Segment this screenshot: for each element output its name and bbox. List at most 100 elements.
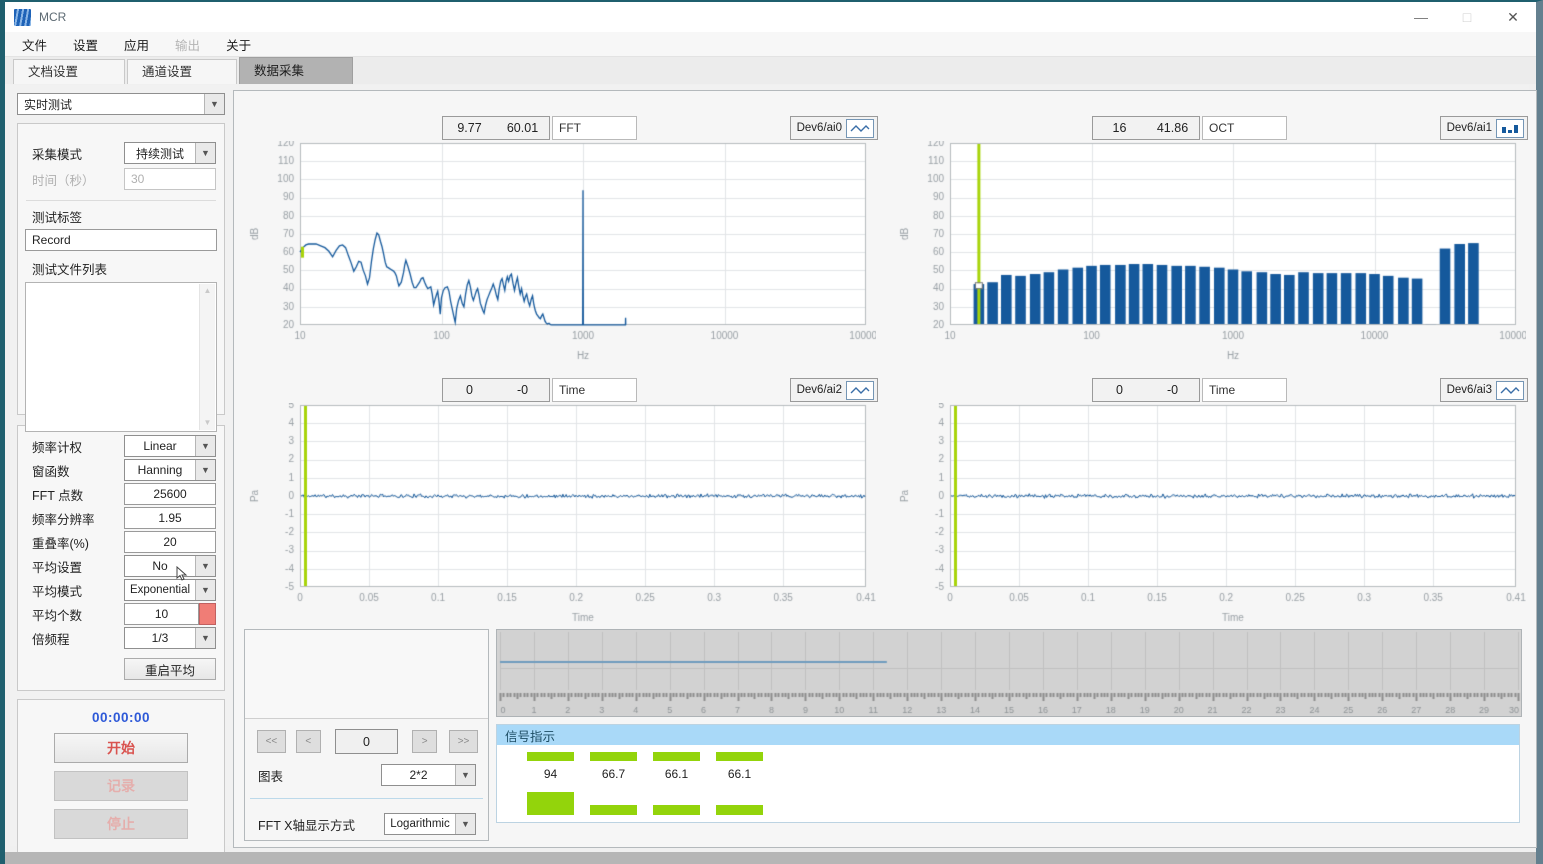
navigation-box: << < 0 > >> 图表 2*2▼ FFT X轴显示方式 [244, 629, 489, 841]
app-window: MCR — □ ✕ 文件 设置 应用 输出 关于 文档设置 通道设置 数据采集 … [0, 0, 1543, 864]
close-icon[interactable]: ✕ [1490, 9, 1536, 26]
signal-value: 94 [527, 767, 574, 781]
average-setting-select[interactable]: No▼ [124, 555, 216, 577]
scroll-up-icon[interactable]: ▲ [200, 284, 215, 298]
time2-cursor-readout: 0-0 [1092, 378, 1200, 402]
acq-time-label: 时间（秒） [26, 170, 124, 189]
freq-weighting-label: 频率计权 [26, 437, 124, 456]
overlap-input[interactable]: 20 [124, 531, 216, 553]
scroll-down-icon[interactable]: ▼ [200, 416, 215, 430]
window-function-select[interactable]: Hanning▼ [124, 459, 216, 481]
time2-plot[interactable] [886, 403, 1526, 639]
main-panel: 9.7760.01 FFT Dev6/ai0 [233, 90, 1537, 848]
fft-xaxis-label: FFT X轴显示方式 [258, 815, 384, 834]
average-count-label: 平均个数 [26, 605, 124, 624]
time1-channel-select[interactable]: Dev6/ai2 [790, 378, 878, 402]
restart-average-button[interactable]: 重启平均 [124, 658, 216, 680]
oct-type-box: OCT [1202, 116, 1287, 140]
signal-level-meter [716, 805, 763, 815]
chevron-down-icon: ▼ [195, 143, 215, 163]
time2-channel-select[interactable]: Dev6/ai3 [1440, 378, 1528, 402]
overlap-label: 重叠率(%) [26, 533, 124, 552]
fft-chart-cell: 9.7760.01 FFT Dev6/ai0 [234, 115, 884, 377]
signal-panel-body: 94 66.7 66.1 66.1 [497, 745, 1519, 822]
chevron-down-icon: ▼ [195, 460, 215, 480]
window-bottom-border [5, 852, 1536, 864]
chart-layout-select[interactable]: 2*2▼ [381, 764, 476, 786]
average-mode-select[interactable]: Exponential▼ [124, 579, 216, 601]
test-tag-input[interactable]: Record [25, 229, 217, 251]
record-button: 记录 [54, 771, 188, 801]
last-page-button[interactable]: >> [449, 730, 478, 753]
menu-file[interactable]: 文件 [9, 35, 60, 54]
time1-cursor-readout: 0-0 [442, 378, 550, 402]
nav-empty-area [245, 630, 488, 719]
oct-plot[interactable] [886, 141, 1526, 377]
menu-application[interactable]: 应用 [111, 35, 162, 54]
timeline-strip[interactable] [497, 630, 1521, 716]
app-logo-icon [14, 9, 31, 26]
tab-channel-settings[interactable]: 通道设置 [127, 59, 237, 84]
right-column: 信号指示 94 66.7 66.1 66.1 [496, 629, 1522, 841]
menu-about[interactable]: 关于 [213, 35, 264, 54]
menu-bar: 文件 设置 应用 输出 关于 [5, 32, 1536, 57]
acq-mode-label: 采集模式 [26, 144, 124, 163]
next-page-button[interactable]: > [412, 730, 437, 753]
freq-resolution-label: 频率分辨率 [26, 509, 124, 528]
fft-channel-select[interactable]: Dev6/ai0 [790, 116, 878, 140]
file-list-label: 测试文件列表 [32, 259, 224, 278]
chevron-down-icon: ▼ [195, 556, 215, 576]
record-timeline [496, 629, 1522, 717]
chevron-down-icon: ▼ [455, 765, 475, 785]
prev-page-button[interactable]: < [296, 730, 321, 753]
scrollbar[interactable]: ▲ ▼ [199, 284, 215, 430]
test-file-list[interactable]: ▲ ▼ [25, 282, 217, 432]
freq-weighting-select[interactable]: Linear▼ [124, 435, 216, 457]
time-chart-cell-2: 0-0 Time Dev6/ai3 [884, 377, 1534, 639]
fft-xaxis-select[interactable]: Logarithmic▼ [384, 813, 476, 835]
fft-points-label: FFT 点数 [26, 485, 124, 504]
acq-time-input: 30 [124, 168, 216, 190]
signal-value: 66.7 [590, 767, 637, 781]
chevron-down-icon: ▼ [204, 94, 224, 114]
oct-channel-select[interactable]: Dev6/ai1 [1440, 116, 1528, 140]
minimize-icon[interactable]: — [1398, 9, 1444, 25]
maximize-icon[interactable]: □ [1444, 9, 1490, 25]
sidebar: 实时测试 ▼ 采集模式 持续测试 ▼ 时间（秒） 30 测试标签 Record [17, 93, 225, 842]
fft-cursor-readout: 9.7760.01 [442, 116, 550, 140]
page-number-box[interactable]: 0 [335, 729, 398, 754]
chart-layout-label: 图表 [258, 766, 381, 785]
average-count-input[interactable]: 10 [124, 603, 199, 625]
bottom-row: << < 0 > >> 图表 2*2▼ FFT X轴显示方式 [234, 629, 1536, 841]
signal-level-meter [527, 792, 574, 815]
menu-settings[interactable]: 设置 [60, 35, 111, 54]
first-page-button[interactable]: << [257, 730, 286, 753]
line-chart-icon [846, 119, 874, 138]
window-title: MCR [39, 10, 66, 24]
signal-value: 66.1 [716, 767, 763, 781]
time2-type-box: Time [1202, 378, 1287, 402]
tab-data-acquisition[interactable]: 数据采集 [239, 57, 353, 84]
test-tag-label: 测试标签 [32, 207, 224, 226]
acq-mode-select[interactable]: 持续测试 ▼ [124, 142, 216, 164]
signal-indicator-panel: 信号指示 94 66.7 66.1 66.1 [496, 724, 1520, 823]
fft-settings-group: 频率计权 Linear▼ 窗函数 Hanning▼ FFT 点数 25600 [17, 425, 225, 691]
octave-select[interactable]: 1/3▼ [124, 627, 216, 649]
line-chart-icon [1496, 381, 1524, 400]
tab-document-settings[interactable]: 文档设置 [13, 59, 125, 84]
stop-button: 停止 [54, 809, 188, 839]
signal-level-meter [653, 805, 700, 815]
window-function-label: 窗函数 [26, 461, 124, 480]
test-mode-select[interactable]: 实时测试 ▼ [17, 93, 225, 115]
average-mode-label: 平均模式 [26, 581, 124, 600]
time1-plot[interactable] [236, 403, 876, 639]
fft-points-input[interactable]: 25600 [124, 483, 216, 505]
signal-bar [653, 752, 700, 761]
start-button[interactable]: 开始 [54, 733, 188, 763]
divider [26, 200, 216, 201]
octave-label: 倍频程 [26, 629, 124, 648]
fft-plot[interactable] [236, 141, 876, 377]
freq-resolution-input[interactable]: 1.95 [124, 507, 216, 529]
chevron-down-icon: ▼ [195, 580, 215, 600]
average-setting-label: 平均设置 [26, 557, 124, 576]
